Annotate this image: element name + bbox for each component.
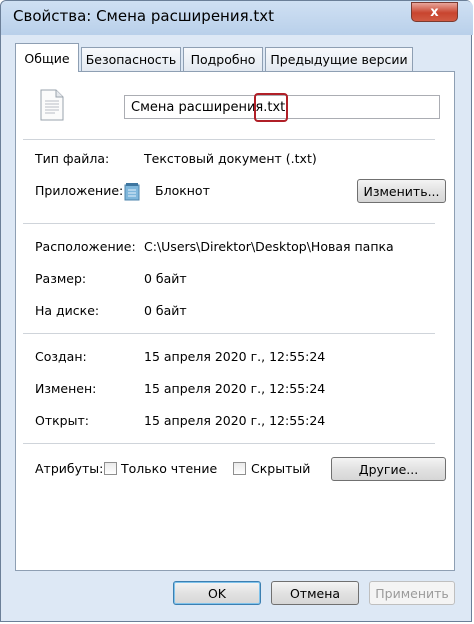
other-attributes-button[interactable]: Другие... [331,457,446,481]
properties-dialog: Свойства: Смена расширения.txt x Общие Б… [0,0,473,623]
application-value: Блокнот [155,183,210,198]
notepad-icon [124,183,140,201]
change-button[interactable]: Изменить... [357,179,446,203]
hidden-checkbox[interactable] [233,462,246,475]
size-label: Размер: [35,271,87,286]
ok-button[interactable]: OK [173,581,261,605]
divider [23,443,435,444]
modified-label: Изменен: [35,381,97,396]
change-button-label: Изменить... [363,183,440,199]
general-content: Тип файла: Текстовый документ (.txt) При… [1,1,473,623]
divider [23,333,435,334]
opened-label: Открыт: [35,413,89,428]
cancel-button-label: Отмена [289,585,341,601]
divider [23,139,435,140]
created-label: Создан: [35,349,87,364]
disk-size-label: На диске: [35,303,100,318]
other-attributes-button-label: Другие... [358,461,419,477]
ok-button-label: OK [207,585,227,601]
divider [23,223,435,224]
file-type-value: Текстовый документ (.txt) [144,151,317,166]
location-label: Расположение: [35,239,136,254]
size-value: 0 байт [144,271,187,286]
readonly-label[interactable]: Только чтение [121,461,217,476]
application-label: Приложение: [35,183,124,198]
apply-button[interactable]: Применить [369,581,455,605]
apply-button-label: Применить [375,585,449,601]
location-value: C:\Users\Direktor\Desktop\Новая папка [144,239,394,254]
disk-size-value: 0 байт [144,303,187,318]
readonly-checkbox[interactable] [104,462,117,475]
hidden-label[interactable]: Скрытый [251,461,310,476]
created-value: 15 апреля 2020 г., 12:55:24 [144,349,326,364]
modified-value: 15 апреля 2020 г., 12:55:24 [144,381,326,396]
extension-highlight [254,93,288,122]
text-file-icon [40,89,64,121]
file-type-label: Тип файла: [35,151,110,166]
cancel-button[interactable]: Отмена [271,581,359,605]
opened-value: 15 апреля 2020 г., 12:55:24 [144,413,326,428]
attributes-label: Атрибуты: [35,461,104,476]
